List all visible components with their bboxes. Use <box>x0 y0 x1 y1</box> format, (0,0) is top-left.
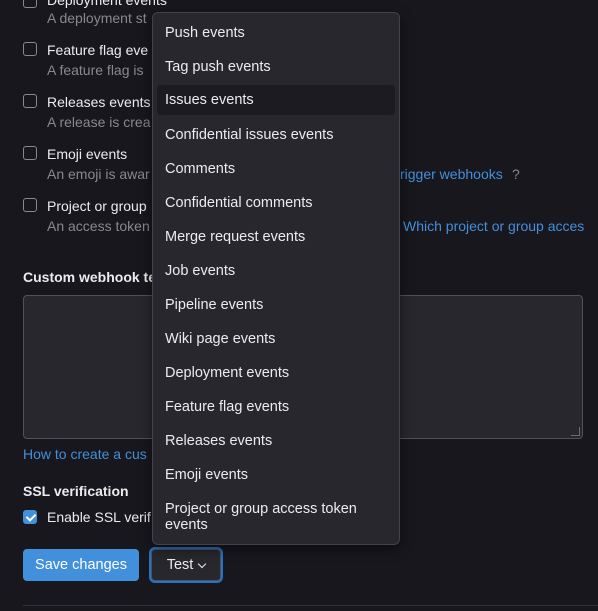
dropdown-item-issues-events[interactable]: Issues events <box>157 85 395 115</box>
dropdown-item-access-token-events[interactable]: Project or group access token events <box>157 501 389 533</box>
event-label-releases: Releases events <box>47 94 151 110</box>
event-help-deployment: A deployment st <box>47 10 147 26</box>
dropdown-item-deployment-events[interactable]: Deployment events <box>157 365 395 381</box>
resize-grip[interactable] <box>571 427 580 436</box>
dropdown-item-job-events[interactable]: Job events <box>157 263 395 279</box>
dropdown-item-emoji-events[interactable]: Emoji events <box>157 467 395 483</box>
dropdown-item-releases-events[interactable]: Releases events <box>157 433 395 449</box>
access-token-help-link[interactable]: Which project or group acces <box>403 218 584 234</box>
dropdown-item-feature-flag-events[interactable]: Feature flag events <box>157 399 395 415</box>
chevron-down-icon <box>198 559 207 568</box>
event-label-deployment: Deployment events <box>47 0 167 8</box>
dropdown-item-merge-request-events[interactable]: Merge request events <box>157 229 395 245</box>
event-checkbox-deployment[interactable] <box>23 0 37 8</box>
ssl-checkbox[interactable] <box>23 510 37 524</box>
save-changes-label: Save changes <box>35 557 127 573</box>
test-label: Test <box>166 557 194 573</box>
event-label-access-token: Project or group <box>47 198 147 214</box>
dropdown-item-tag-push-events[interactable]: Tag push events <box>157 59 395 75</box>
event-help-emoji: An emoji is awar <box>47 166 150 182</box>
event-checkbox-access-token[interactable] <box>23 198 37 212</box>
event-help-releases: A release is crea <box>47 114 151 130</box>
trigger-webhooks-link[interactable]: rigger webhooks <box>400 166 503 182</box>
dropdown-item-pipeline-events[interactable]: Pipeline events <box>157 297 395 313</box>
event-checkbox-emoji[interactable] <box>23 146 37 160</box>
custom-template-title: Custom webhook te <box>23 269 157 285</box>
event-label-feature-flag: Feature flag eve <box>47 42 149 58</box>
event-help-access-token: An access token <box>47 218 150 234</box>
dropdown-item-confidential-comments[interactable]: Confidential comments <box>157 195 395 211</box>
custom-template-help-link[interactable]: How to create a cus <box>23 446 147 462</box>
event-checkbox-releases[interactable] <box>23 94 37 108</box>
save-changes-button[interactable]: Save changes <box>23 549 139 581</box>
ssl-checkbox-label: Enable SSL verif <box>47 509 151 525</box>
event-checkbox-feature-flag[interactable] <box>23 42 37 56</box>
event-help-feature-flag: A feature flag is <box>47 62 144 78</box>
event-label-emoji: Emoji events <box>47 146 128 162</box>
dropdown-item-push-events[interactable]: Push events <box>157 25 395 41</box>
test-event-dropdown: Push events Tag push events Issues event… <box>152 12 400 545</box>
dropdown-item-wiki-page-events[interactable]: Wiki page events <box>157 331 395 347</box>
dropdown-item-comments[interactable]: Comments <box>157 161 395 177</box>
bottom-divider <box>23 605 598 606</box>
ssl-section-title: SSL verification <box>23 483 129 499</box>
trigger-webhooks-suffix: ? <box>512 166 520 182</box>
test-dropdown-button[interactable]: Test <box>151 549 221 581</box>
dropdown-item-confidential-issues-events[interactable]: Confidential issues events <box>157 127 395 143</box>
